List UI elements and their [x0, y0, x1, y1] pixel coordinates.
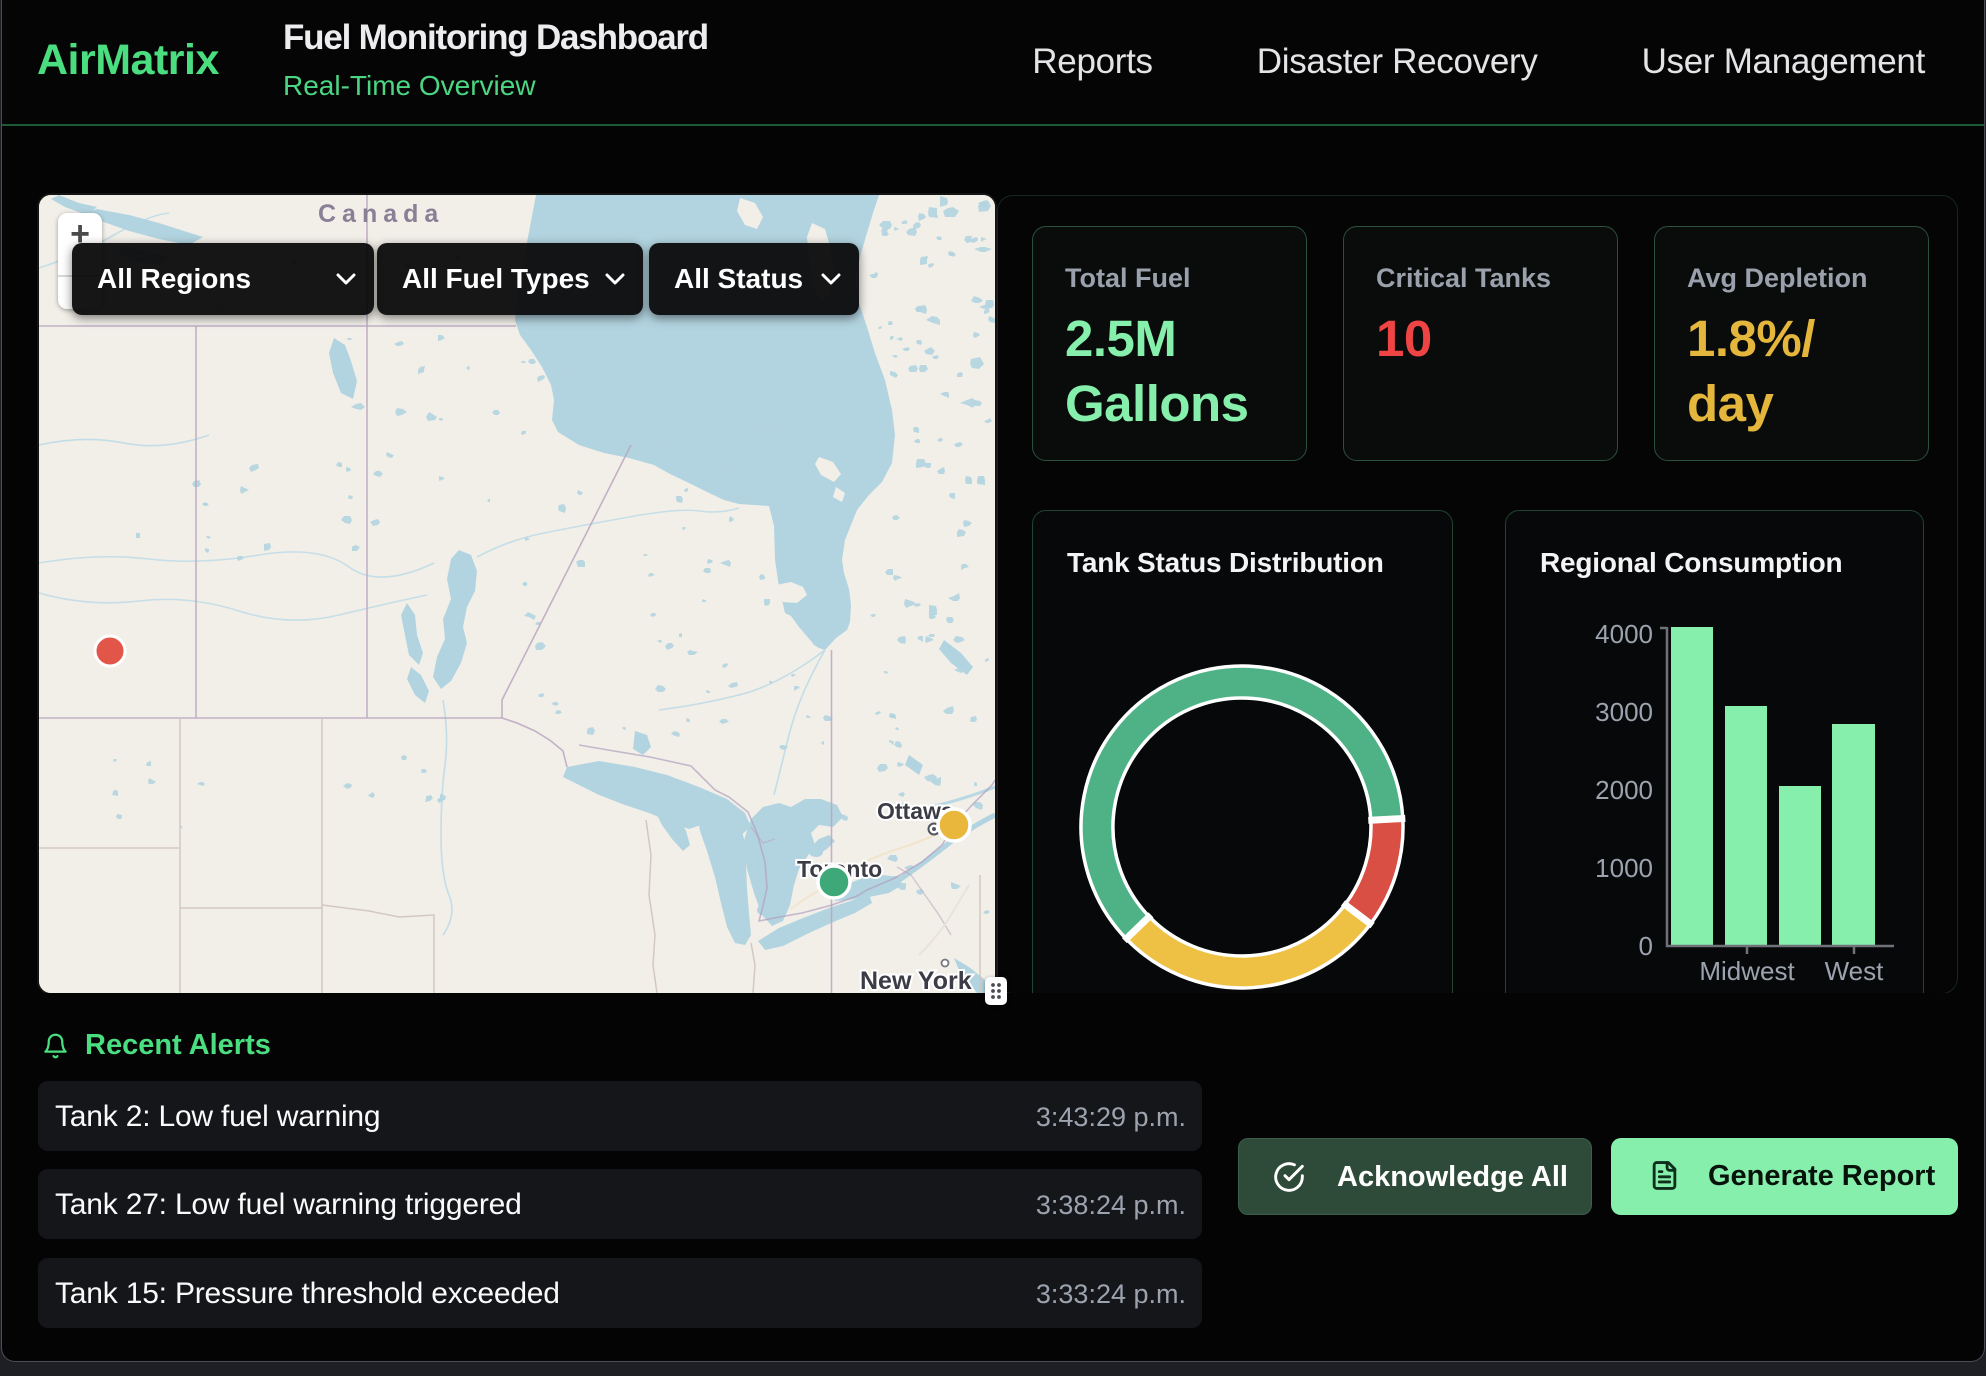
svg-text:2000: 2000 — [1595, 775, 1653, 805]
svg-text:1000: 1000 — [1595, 853, 1653, 883]
svg-text:New York: New York — [860, 967, 972, 993]
svg-text:4000: 4000 — [1595, 619, 1653, 649]
svg-text:3000: 3000 — [1595, 697, 1653, 727]
svg-text:Canada: Canada — [318, 200, 444, 228]
svg-text:0: 0 — [1639, 931, 1653, 961]
svg-text:West: West — [1825, 956, 1885, 986]
svg-text:Midwest: Midwest — [1699, 956, 1795, 986]
